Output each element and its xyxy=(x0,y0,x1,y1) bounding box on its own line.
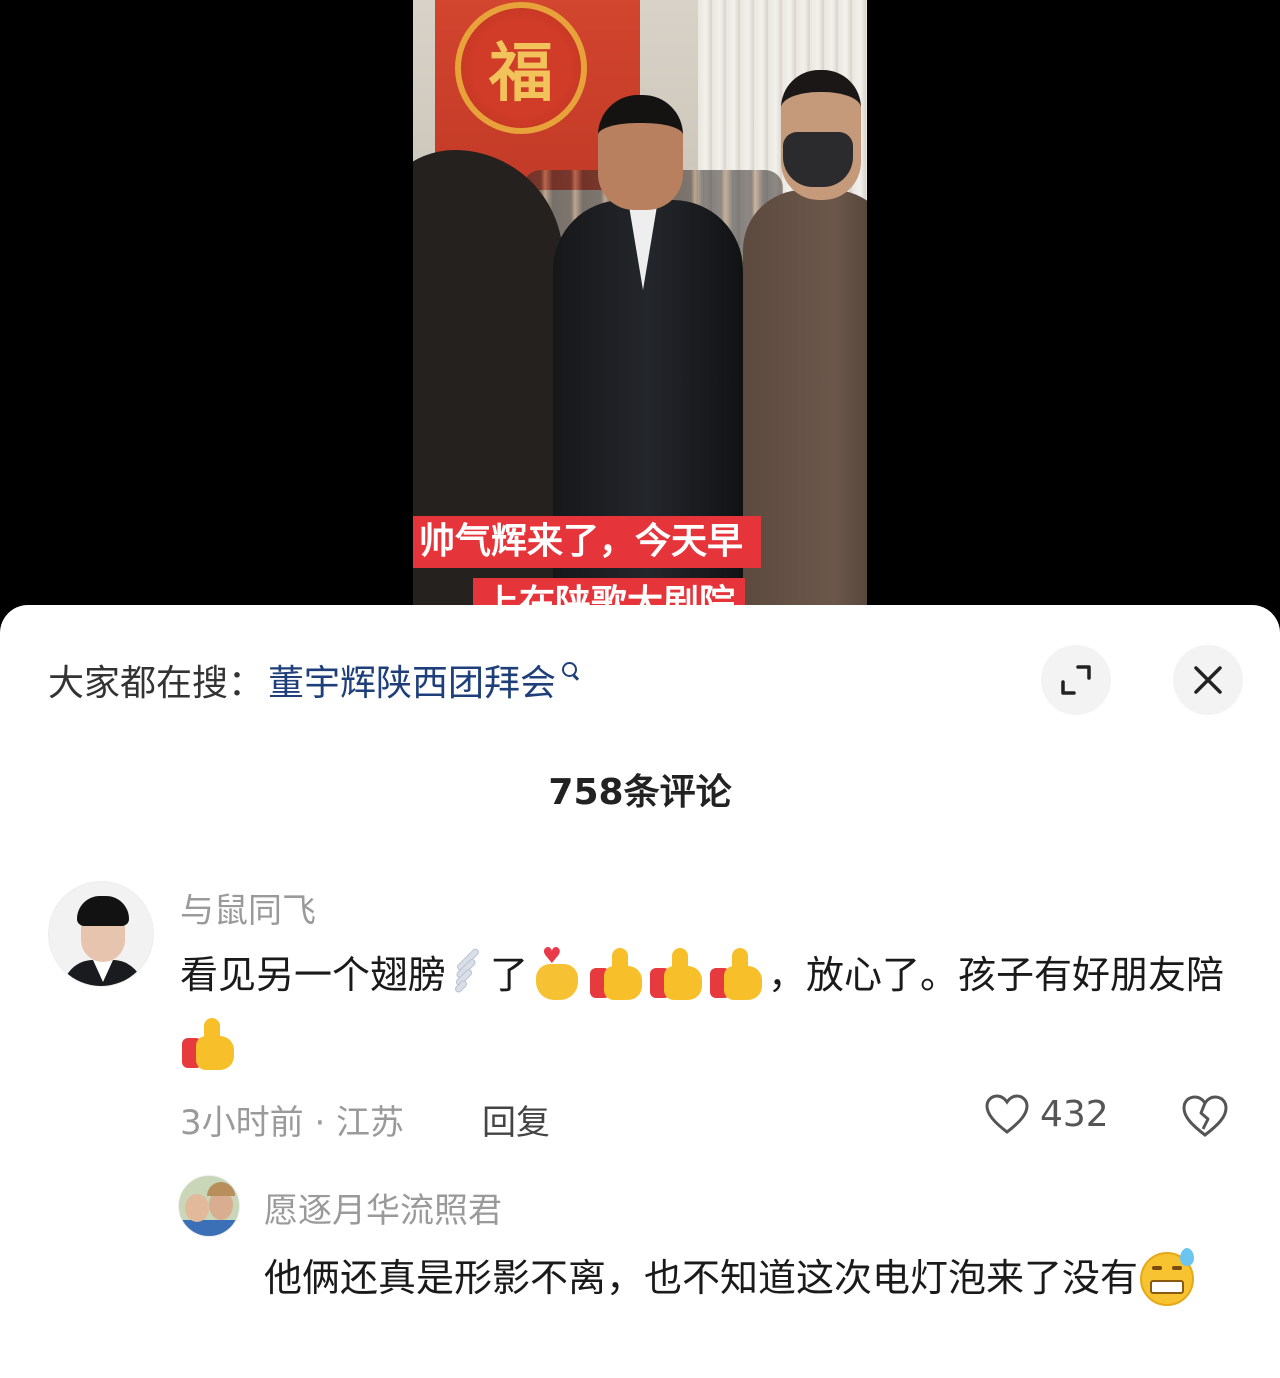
video-player[interactable]: 福 帅气辉来了，今天早 上在陕歌大剧院 xyxy=(0,0,1280,640)
reply-username[interactable]: 愿逐月华流照君 xyxy=(264,1183,502,1232)
expand-icon xyxy=(1061,665,1091,695)
comment-text-part-3: ，放心了。孩子有好朋友陪 xyxy=(768,953,1225,997)
video-caption-line-1: 帅气辉来了，今天早 xyxy=(413,516,762,568)
fu-glyph: 福 xyxy=(489,37,553,111)
reply-text-content: 他俩还真是形影不离，也不知道这次电灯泡来了没有 xyxy=(264,1256,1139,1300)
search-suggestion[interactable]: 大家都在搜： 董宇辉陕西团拜会 xyxy=(48,655,580,705)
comment-text-part-1: 看见另一个翅膀 xyxy=(180,953,447,997)
grinning-sweat-icon xyxy=(1140,1247,1198,1306)
comment-meta: 3小时前 · 江苏 xyxy=(180,1103,405,1143)
person-right-masked xyxy=(743,70,867,640)
reply-button[interactable]: 回复 xyxy=(482,1095,550,1144)
comments-sheet: 大家都在搜： 董宇辉陕西团拜会 758条评论 与鼠同飞 看见另一个翅膀了 ♥ ，放心… xyxy=(0,605,1280,1378)
like-count: 432 xyxy=(1040,1093,1109,1135)
wing-icon xyxy=(448,946,488,996)
broken-heart-icon xyxy=(1182,1095,1228,1137)
finger-heart-icon: ♥ xyxy=(530,945,586,1002)
close-button[interactable] xyxy=(1173,645,1243,715)
thumbs-up-icon xyxy=(182,1016,238,1072)
thumbs-up-icon xyxy=(650,946,706,1002)
reply-avatar[interactable] xyxy=(178,1175,240,1237)
comment-text-part-2: 了 xyxy=(490,953,529,997)
heart-outline-icon xyxy=(985,1094,1029,1134)
avatar[interactable] xyxy=(48,881,154,987)
search-prefix: 大家都在搜： xyxy=(48,663,265,704)
comment-username[interactable]: 与鼠同飞 xyxy=(180,883,316,932)
reply-text: 他俩还真是形影不离，也不知道这次电灯泡来了没有 xyxy=(264,1243,1244,1313)
thumbs-up-icon xyxy=(710,946,766,1002)
expand-button[interactable] xyxy=(1041,645,1111,715)
comments-count-title: 758条评论 xyxy=(548,772,732,813)
search-query-link[interactable]: 董宇辉陕西团拜会 xyxy=(268,654,556,706)
thumbs-up-icon xyxy=(590,946,646,1002)
like-button[interactable]: 432 xyxy=(984,1093,1109,1135)
close-icon xyxy=(1194,666,1222,694)
search-icon xyxy=(562,662,580,680)
comment-text: 看见另一个翅膀了 ♥ ，放心了。孩子有好朋友陪 xyxy=(180,940,1240,1080)
dislike-button[interactable] xyxy=(1180,1093,1230,1143)
video-frame: 福 帅气辉来了，今天早 上在陕歌大剧院 xyxy=(413,0,867,640)
